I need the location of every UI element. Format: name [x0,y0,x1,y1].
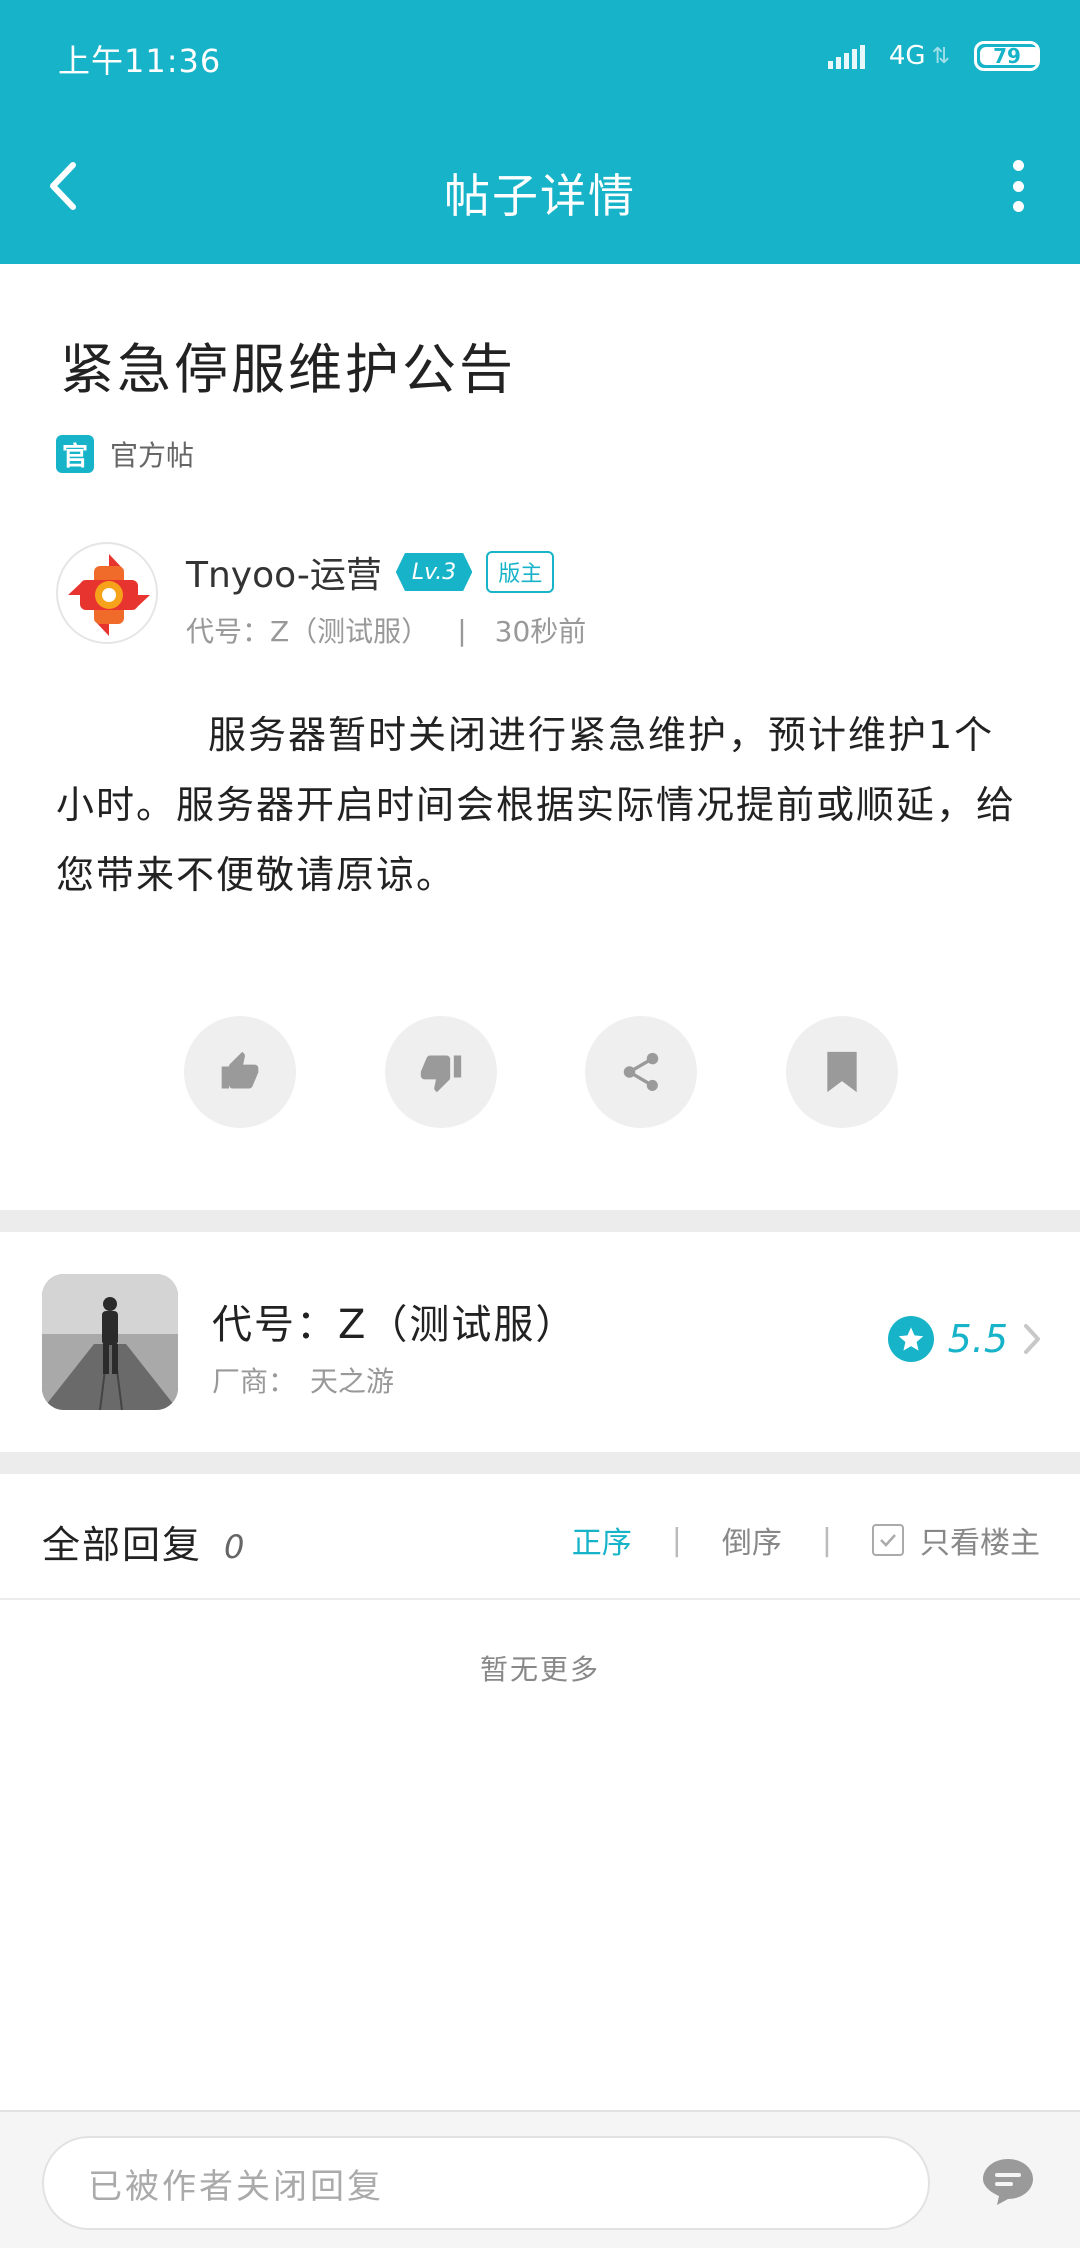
thumbs-down-icon [420,1055,461,1093]
author-name[interactable]: Tnyoo-运营 [186,546,382,598]
game-cover-icon [42,1274,178,1410]
reply-input[interactable]: 已被作者关闭回复 [42,2136,930,2230]
status-time: 上午11:36 [58,42,222,80]
dislike-button[interactable] [384,1016,497,1128]
more-vertical-icon [1012,160,1024,171]
post-title: 紧急停服维护公告 [60,338,516,401]
signal-icon [827,43,865,69]
game-rating: 5.5 [887,1316,1042,1362]
like-button[interactable] [184,1016,296,1128]
checkmark-icon [880,1534,896,1547]
comments-button[interactable] [980,2154,1036,2210]
meta-separator: | [457,613,467,647]
sort-divider: | [671,1522,682,1558]
game-vendor: 厂商： 天之游 [212,1360,394,1400]
official-tag: 官 官方帖 [56,434,194,474]
post-time: 30秒前 [494,615,587,648]
share-button[interactable] [585,1016,698,1128]
sort-controls: 正序 | 倒序 | 只看楼主 [572,1518,1040,1562]
top-bar: 上午11:36 4G ⇅ 79 帖子详情 [0,0,1080,264]
more-button[interactable] [1006,160,1030,212]
avatar[interactable] [56,542,158,644]
sort-desc-button[interactable]: 倒序 [722,1518,782,1562]
moderator-badge: 版主 [486,551,555,593]
thumbs-up-icon [221,1051,259,1089]
game-name: 代号：Z（测试服） [212,1302,578,1348]
post-body: 服务器暂时关闭进行紧急维护，预计维护1个小时。服务器开启时间会根据实际情况提前或… [56,713,1017,897]
bookmark-button[interactable] [785,1016,898,1128]
post-actions [184,1016,898,1128]
author-meta: 代号：Z（测试服） | 30秒前 [186,610,586,650]
replies-header: 全部回复 0 正序 | 倒序 | 只看楼主 [0,1474,1080,1600]
official-badge: 官 [56,435,94,473]
battery-icon: 79 [974,41,1040,71]
chevron-right-icon [1024,1324,1040,1354]
chat-bubble-icon [983,2159,1033,2205]
author-row[interactable]: Tnyoo-运营 Lv.3 版主 代号：Z（测试服） | 30秒前 [56,542,1026,648]
vendor-name: 天之游 [310,1365,395,1398]
author-game: 代号：Z（测试服） [186,615,430,648]
section-divider [0,1452,1080,1474]
network-type: 4G [888,41,926,71]
replies-title: 全部回复 [42,1523,203,1567]
section-divider [0,1210,1080,1232]
level-badge: Lv.3 [395,553,473,591]
network-indicator: 4G ⇅ [889,41,950,71]
star-icon [887,1316,934,1362]
status-icons: 4G ⇅ 79 [827,38,1040,74]
game-icon[interactable] [42,1274,178,1410]
share-icon [624,1052,659,1091]
vendor-label: 厂商： [212,1365,297,1398]
game-logo-icon [59,545,156,642]
sort-divider: | [821,1522,832,1558]
sort-asc-button[interactable]: 正序 [572,1518,632,1562]
battery-level: 79 [993,44,1021,68]
replies-count: 0 [224,1528,247,1566]
data-arrows-icon: ⇅ [931,43,950,69]
rating-value: 5.5 [947,1317,1008,1361]
replies-title-row: 全部回复 0 [42,1514,246,1569]
author-only-checkbox[interactable] [872,1524,904,1556]
bottom-bar: 已被作者关闭回复 [0,2110,1080,2248]
empty-replies-text: 暂无更多 [479,1653,600,1686]
official-label: 官方帖 [110,439,195,472]
author-name-row: Tnyoo-运营 Lv.3 版主 [186,546,555,598]
bookmark-icon [827,1051,857,1093]
page-title: 帖子详情 [444,169,636,223]
game-card[interactable]: 代号：Z（测试服） 厂商： 天之游 5.5 [0,1232,1080,1452]
author-only-label[interactable]: 只看楼主 [920,1518,1040,1562]
